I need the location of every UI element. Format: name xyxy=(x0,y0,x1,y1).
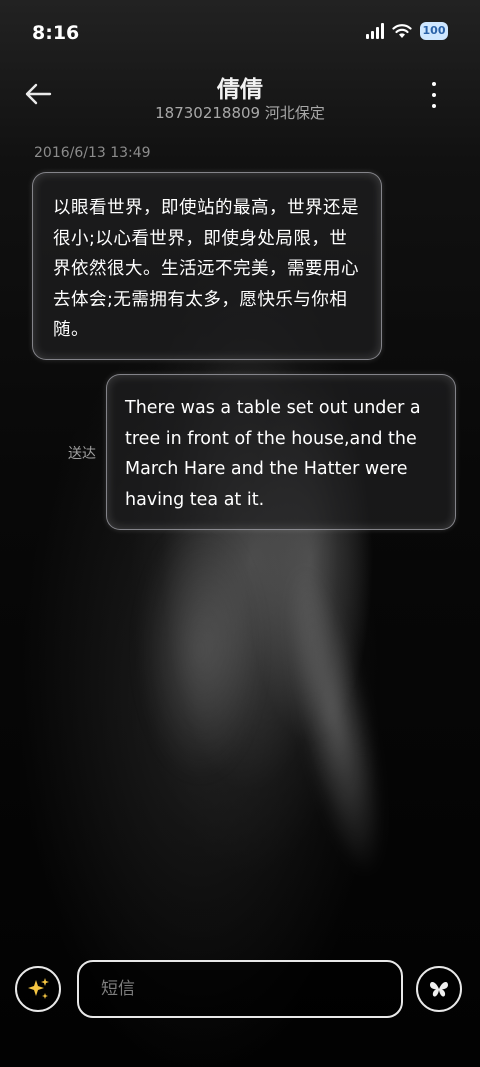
status-time: 8:16 xyxy=(32,22,80,44)
battery-icon: 100 xyxy=(420,22,448,40)
sparkle-button[interactable] xyxy=(15,966,61,1012)
wifi-icon xyxy=(392,24,412,38)
butterfly-send-icon xyxy=(430,981,448,997)
status-icons: 100 xyxy=(366,22,448,40)
outgoing-message-bubble[interactable]: There was a table set out under a tree i… xyxy=(106,374,456,530)
delivery-status: 送达 xyxy=(68,446,96,462)
incoming-message-bubble[interactable]: 以眼看世界，即使站的最高，世界还是很小;以心看世界，即使身处局限，世界依然很大。… xyxy=(32,172,382,360)
more-options-button[interactable] xyxy=(422,82,446,108)
incoming-message-text: 以眼看世界，即使站的最高，世界还是很小;以心看世界，即使身处局限，世界依然很大。… xyxy=(53,198,359,340)
conversation-header: 倩倩 18730218809 河北保定 xyxy=(0,64,480,136)
signal-icon xyxy=(366,23,384,39)
sms-input[interactable] xyxy=(77,960,403,1018)
outgoing-message-text: There was a table set out under a tree i… xyxy=(125,398,421,510)
status-bar: 8:16 100 xyxy=(0,0,480,64)
more-vertical-icon xyxy=(432,82,436,86)
message-timestamp: 2016/6/13 13:49 xyxy=(34,145,151,161)
contact-subtitle: 18730218809 河北保定 xyxy=(155,104,325,122)
sparkle-icon xyxy=(28,978,49,999)
send-button[interactable] xyxy=(416,966,462,1012)
contact-name: 倩倩 xyxy=(217,77,263,103)
composer-bar xyxy=(0,956,480,1026)
